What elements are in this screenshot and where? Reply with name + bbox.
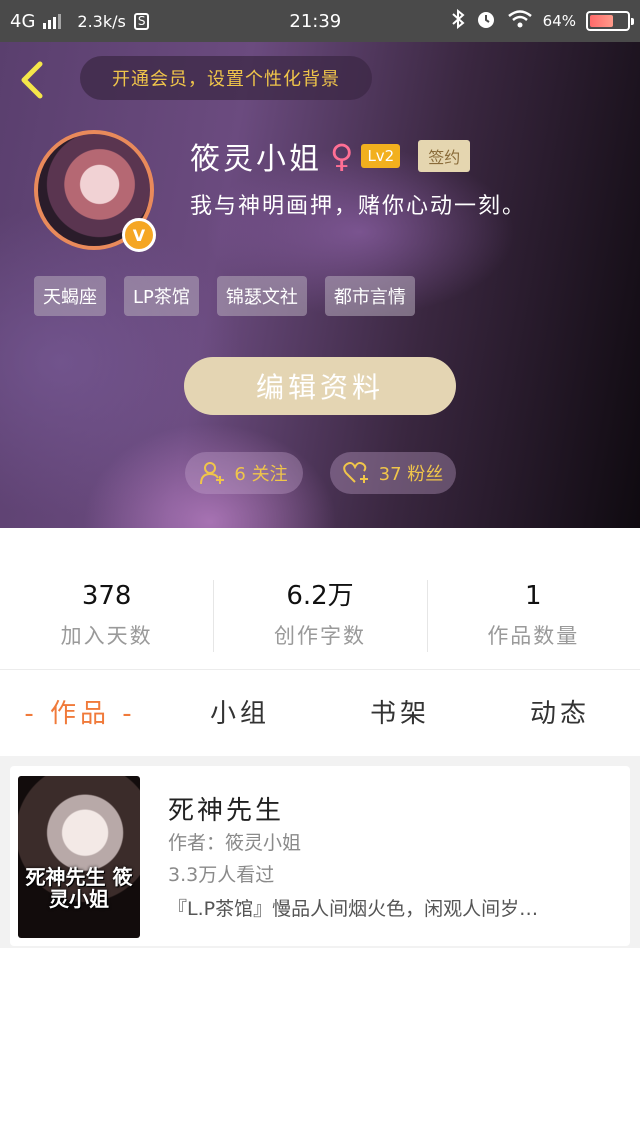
network-type: 4G	[10, 10, 36, 32]
stat-value: 1	[525, 581, 542, 611]
divider	[0, 669, 640, 670]
clock: 21:39	[289, 10, 342, 32]
fans-count: 37 粉丝	[378, 464, 444, 485]
level-badge: Lv2	[361, 144, 401, 168]
username: 筱灵小姐	[190, 142, 322, 177]
wifi-icon	[507, 9, 533, 34]
app-indicator-icon: S	[133, 12, 150, 30]
book-card[interactable]: 死神先生 筱灵小姐 死神先生 作者：筱灵小姐 3.3万人看过 『L.P茶馆』慢品…	[10, 766, 630, 946]
book-cover-image: 死神先生 筱灵小姐	[18, 776, 140, 938]
following-count: 6 关注	[234, 464, 288, 485]
name-row: 筱灵小姐 ♀ Lv2 签约	[190, 134, 471, 178]
book-cover-text: 死神先生 筱灵小姐	[25, 865, 133, 911]
stat-label: 加入天数	[60, 624, 153, 648]
battery-percent: 64%	[542, 12, 576, 30]
profile-tabs: - 作品 - 小组 书架 动态	[0, 684, 640, 744]
stat-word-count: 6.2万 创作字数	[213, 578, 426, 654]
stat-label: 创作字数	[273, 624, 366, 648]
avatar-container[interactable]: V	[34, 130, 156, 252]
signed-author-badge: 签约	[418, 140, 471, 172]
profile-header: 开通会员，设置个性化背景 V 筱灵小姐 ♀ Lv2 签约 我与神明画押，赌你心动…	[0, 42, 640, 528]
add-user-icon	[200, 462, 225, 485]
tag-list: 天蝎座 LP茶馆 锦瑟文社 都市言情	[34, 276, 415, 316]
tag-item[interactable]: 天蝎座	[34, 276, 106, 316]
signal-icon	[43, 13, 62, 29]
stat-value: 6.2万	[286, 581, 354, 611]
tab-bookshelf[interactable]: 书架	[320, 684, 480, 744]
vip-background-banner[interactable]: 开通会员，设置个性化背景	[80, 56, 372, 100]
stat-label: 作品数量	[487, 624, 580, 648]
book-view-count: 3.3万人看过	[168, 864, 275, 886]
book-title: 死神先生	[168, 796, 285, 826]
book-author: 作者：筱灵小姐	[168, 832, 302, 854]
alarm-icon	[475, 8, 497, 35]
tag-item[interactable]: 都市言情	[324, 276, 415, 316]
user-bio: 我与神明画押，赌你心动一刻。	[190, 194, 527, 219]
book-description: 『L.P茶馆』慢品人间烟火色，闲观人间岁…	[168, 898, 539, 920]
battery-icon	[586, 11, 634, 31]
tab-works[interactable]: - 作品 -	[0, 684, 160, 744]
stat-works-count: 1 作品数量	[426, 578, 640, 654]
following-button[interactable]: 6 关注	[185, 452, 303, 494]
tag-item[interactable]: LP茶馆	[124, 276, 199, 316]
tab-groups[interactable]: 小组	[160, 684, 320, 744]
tag-item[interactable]: 锦瑟文社	[216, 276, 307, 316]
edit-profile-button[interactable]: 编辑资料	[184, 357, 456, 415]
female-gender-icon: ♀	[330, 137, 354, 175]
stat-value: 378	[81, 581, 132, 611]
network-speed: 2.3k/s	[77, 11, 126, 31]
heart-icon	[342, 462, 368, 483]
tab-activity[interactable]: 动态	[480, 684, 640, 744]
stat-days-joined: 378 加入天数	[0, 578, 213, 654]
back-button[interactable]	[14, 58, 54, 102]
fans-button[interactable]: 37 粉丝	[330, 452, 456, 494]
bluetooth-icon	[451, 8, 465, 34]
verified-badge-icon: V	[122, 218, 156, 252]
stats-row: 378 加入天数 6.2万 创作字数 1 作品数量	[0, 578, 640, 654]
status-bar: 4G 2.3k/s S 21:39 64%	[0, 0, 640, 42]
chevron-left-icon	[21, 61, 43, 99]
